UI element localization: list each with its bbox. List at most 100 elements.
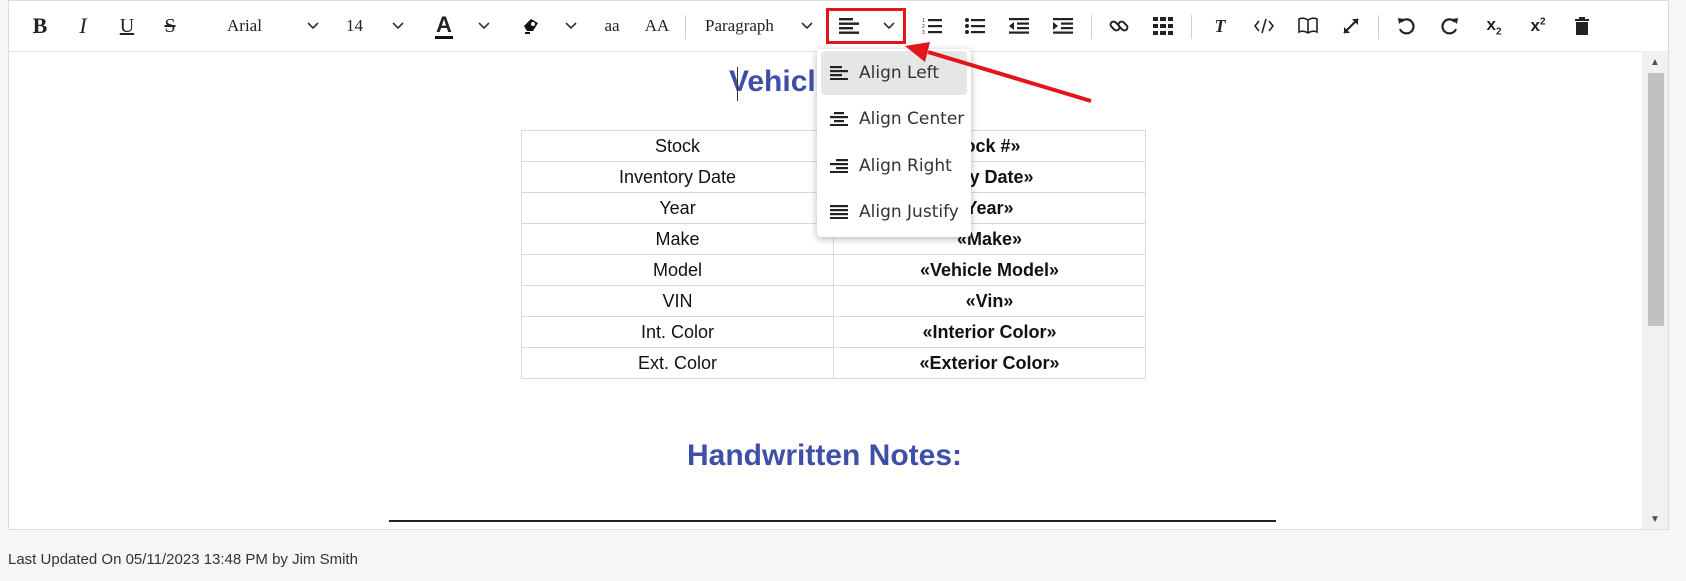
merge-field-value: «Interior Color»	[833, 316, 1146, 348]
align-dropdown-menu: Align Left Align Center Align Right Alig…	[817, 49, 971, 237]
document-title: Vehicl	[729, 65, 816, 98]
clear-format-icon: T	[1214, 15, 1226, 36]
link-button[interactable]	[1106, 11, 1132, 41]
chevron-down-icon	[565, 22, 577, 30]
undo-button[interactable]	[1393, 11, 1419, 41]
align-right-icon	[819, 159, 859, 173]
table-icon	[1153, 17, 1173, 35]
strikethrough-icon: S	[164, 14, 176, 37]
superscript-icon: x2	[1530, 16, 1546, 35]
underline-icon: U	[119, 14, 135, 37]
editor-toolbar: B I U S Arial 14 A aa AA Paragraph 1 2 3…	[9, 1, 1668, 52]
subscript-button[interactable]: x2	[1481, 11, 1507, 41]
strikethrough-button[interactable]: S	[155, 11, 185, 41]
field-label: Stock	[521, 130, 834, 162]
align-left-option[interactable]: Align Left	[821, 51, 967, 95]
outdent-button[interactable]	[1006, 11, 1032, 41]
underline-button[interactable]: U	[112, 11, 142, 41]
indent-icon	[1053, 18, 1073, 34]
superscript-button[interactable]: x2	[1525, 11, 1551, 41]
align-right-option[interactable]: Align Right	[821, 144, 967, 188]
redo-button[interactable]	[1437, 11, 1463, 41]
italic-button[interactable]: I	[68, 11, 98, 41]
highlight-dropdown[interactable]	[562, 11, 580, 41]
font-family-select[interactable]: Arial	[219, 11, 319, 41]
signature-line	[389, 520, 1276, 522]
scrollbar-thumb[interactable]	[1648, 73, 1664, 326]
text-color-button[interactable]: A	[429, 11, 459, 41]
fullscreen-button[interactable]	[1338, 11, 1364, 41]
field-label: Make	[521, 223, 834, 255]
align-right-label: Align Right	[859, 156, 952, 176]
align-center-option[interactable]: Align Center	[821, 97, 967, 141]
align-center-icon	[819, 112, 859, 126]
field-label: Model	[521, 254, 834, 286]
lowercase-button[interactable]: aa	[599, 11, 625, 41]
italic-icon: I	[79, 13, 87, 38]
paragraph-format-select[interactable]: Paragraph	[697, 11, 813, 41]
scroll-up-icon[interactable]: ▲	[1650, 57, 1660, 68]
toolbar-divider	[1191, 15, 1192, 39]
highlight-icon	[521, 17, 541, 35]
clear-format-button[interactable]: T	[1207, 11, 1233, 41]
scroll-down-icon[interactable]: ▼	[1650, 514, 1660, 525]
align-justify-label: Align Justify	[859, 202, 959, 222]
text-color-icon: A	[436, 11, 452, 37]
align-justify-icon	[819, 205, 859, 219]
text-cursor	[737, 67, 738, 101]
uppercase-label: AA	[644, 16, 670, 35]
field-label: VIN	[521, 285, 834, 317]
font-size-value: 14	[346, 16, 363, 35]
preview-button[interactable]	[1295, 11, 1321, 41]
last-updated-status: Last Updated On 05/11/2023 13:48 PM by J…	[8, 551, 358, 568]
bold-button[interactable]: B	[25, 11, 55, 41]
align-justify-option[interactable]: Align Justify	[821, 190, 967, 234]
align-left-icon	[819, 66, 859, 80]
lowercase-label: aa	[604, 16, 620, 35]
uppercase-button[interactable]: AA	[641, 11, 673, 41]
subscript-icon: x2	[1486, 14, 1502, 38]
font-size-select[interactable]: 14	[344, 11, 404, 41]
svg-text:3: 3	[922, 30, 925, 35]
chevron-down-icon	[478, 22, 490, 30]
text-color-dropdown[interactable]	[475, 11, 493, 41]
chevron-down-icon	[392, 22, 404, 30]
font-family-value: Arial	[227, 16, 262, 35]
bullet-list-icon	[965, 17, 985, 35]
delete-icon	[1575, 17, 1589, 35]
undo-icon	[1397, 17, 1415, 35]
table-row: Ext. Color «Exterior Color»	[521, 347, 1146, 379]
table-button[interactable]	[1150, 11, 1176, 41]
indent-button[interactable]	[1050, 11, 1076, 41]
bold-icon: B	[32, 13, 48, 38]
toolbar-divider	[685, 15, 686, 39]
highlight-button[interactable]	[518, 11, 544, 41]
notes-heading: Handwritten Notes:	[686, 439, 962, 472]
chevron-down-icon	[801, 22, 813, 30]
align-center-label: Align Center	[859, 109, 965, 129]
redo-icon	[1441, 17, 1459, 35]
table-row: Model «Vehicle Model»	[521, 254, 1146, 286]
field-label: Ext. Color	[521, 347, 834, 379]
table-row: VIN «Vin»	[521, 285, 1146, 317]
table-row: Int. Color «Interior Color»	[521, 316, 1146, 348]
align-left-label: Align Left	[859, 63, 940, 83]
delete-button[interactable]	[1569, 11, 1595, 41]
bullet-list-button[interactable]	[962, 11, 988, 41]
numbered-list-button[interactable]: 123	[919, 11, 945, 41]
text-color-bar	[435, 35, 453, 39]
chevron-down-icon	[307, 22, 319, 30]
field-label: Int. Color	[521, 316, 834, 348]
merge-field-value: «Exterior Color»	[833, 347, 1146, 379]
highlight-box	[826, 8, 906, 44]
toolbar-divider	[1091, 15, 1092, 39]
code-view-button[interactable]	[1251, 11, 1277, 41]
book-icon	[1298, 17, 1318, 35]
numbered-list-icon: 123	[922, 17, 942, 35]
link-icon	[1109, 16, 1129, 36]
vertical-scrollbar[interactable]: ▲ ▼	[1642, 51, 1668, 529]
toolbar-divider	[1378, 15, 1379, 39]
field-label: Inventory Date	[521, 161, 834, 193]
merge-field-value: «Vehicle Model»	[833, 254, 1146, 286]
paragraph-format-value: Paragraph	[705, 16, 774, 35]
